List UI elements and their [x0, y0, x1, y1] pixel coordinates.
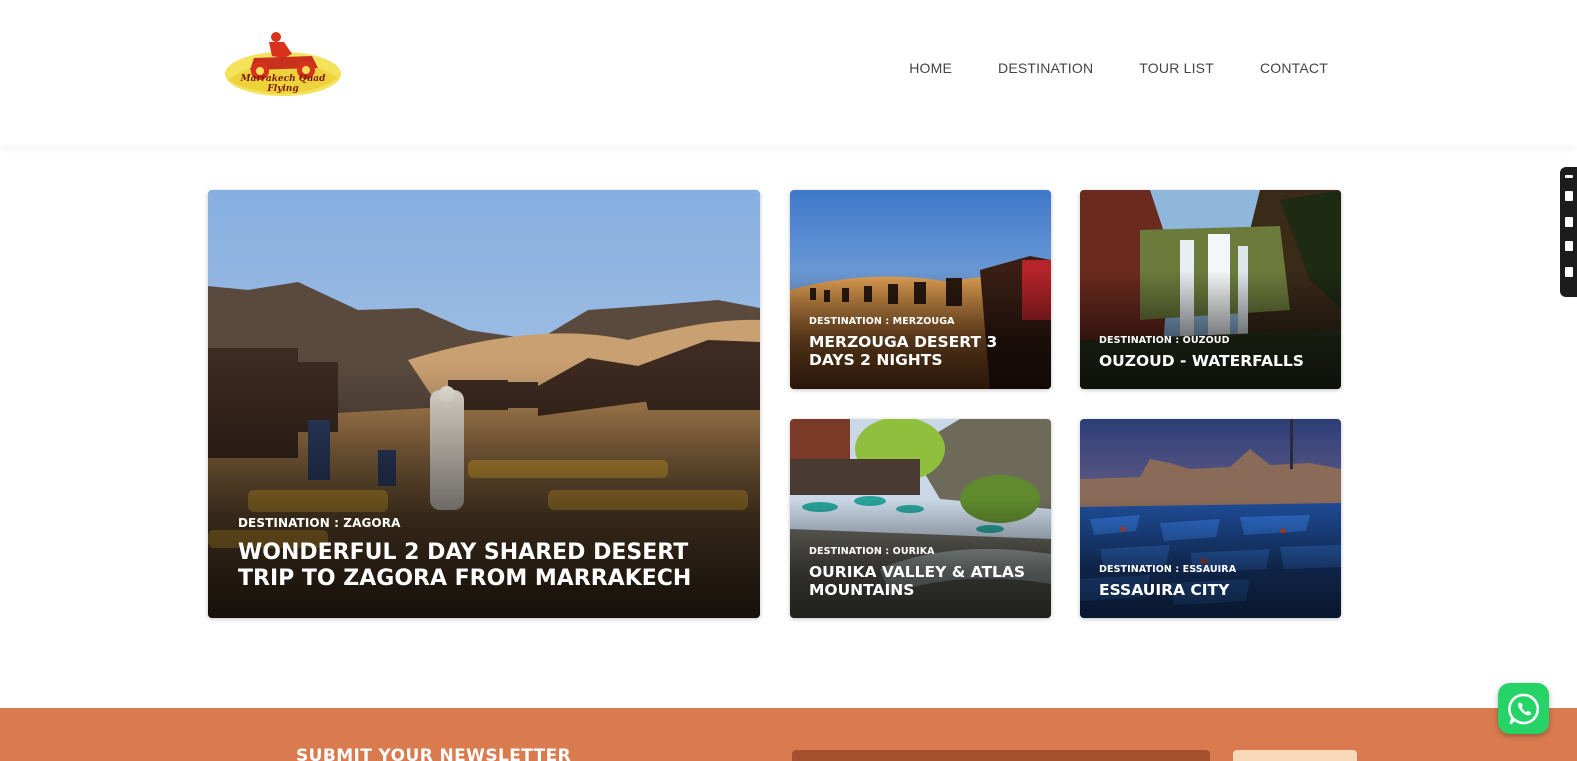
card-caption: DESTINATION : MERZOUGA MERZOUGA DESERT 3… [809, 316, 1037, 369]
newsletter-section: SUBMIT YOUR NEWSLETTER [0, 708, 1577, 761]
card-title[interactable]: WONDERFUL 2 DAY SHARED DESERT TRIP TO ZA… [238, 540, 740, 592]
newsletter-title: SUBMIT YOUR NEWSLETTER [296, 746, 572, 761]
newsletter-email-input[interactable] [792, 750, 1210, 761]
nav-contact[interactable]: CONTACT [1260, 60, 1328, 76]
card-destination: DESTINATION : OURIKA [809, 546, 935, 557]
card-title[interactable]: ESSAUIRA CITY [1099, 581, 1327, 599]
card-destination: DESTINATION : MERZOUGA [809, 316, 955, 327]
site-logo[interactable]: Marrakech Quad Flying [222, 28, 344, 104]
card-shade [1080, 269, 1341, 389]
card-caption: DESTINATION : OUZOUD OUZOUD - WATERFALLS [1099, 335, 1327, 370]
site-header: Marrakech Quad Flying HOME DESTINATION T… [0, 0, 1577, 146]
widget-icon-2[interactable] [1565, 217, 1573, 227]
card-caption: DESTINATION : ZAGORA WONDERFUL 2 DAY SHA… [238, 516, 740, 592]
tour-card-ourika[interactable]: DESTINATION : OURIKA OURIKA VALLEY & ATL… [790, 419, 1051, 618]
card-caption: DESTINATION : OURIKA OURIKA VALLEY & ATL… [809, 546, 1037, 599]
nav-destination[interactable]: DESTINATION [998, 60, 1093, 76]
card-destination: DESTINATION : ESSAUIRA [1099, 564, 1237, 575]
card-caption: DESTINATION : ESSAUIRA ESSAUIRA CITY [1099, 564, 1327, 599]
page: Marrakech Quad Flying HOME DESTINATION T… [0, 0, 1577, 761]
widget-dot [1565, 175, 1573, 178]
newsletter-submit-button[interactable] [1233, 750, 1357, 761]
widget-icon-1[interactable] [1565, 191, 1573, 201]
card-title[interactable]: OURIKA VALLEY & ATLAS MOUNTAINS [809, 563, 1037, 599]
whatsapp-button[interactable] [1498, 683, 1549, 734]
logo-text-line1: Marrakech Quad [240, 74, 326, 84]
card-title[interactable]: MERZOUGA DESERT 3 DAYS 2 NIGHTS [809, 333, 1037, 369]
tour-card-zagora[interactable]: DESTINATION : ZAGORA WONDERFUL 2 DAY SHA… [208, 190, 760, 618]
logo-text: Marrakech Quad Flying [222, 74, 344, 94]
tour-card-ouzoud[interactable]: DESTINATION : OUZOUD OUZOUD - WATERFALLS [1080, 190, 1341, 389]
card-destination: DESTINATION : OUZOUD [1099, 335, 1230, 346]
card-destination: DESTINATION : ZAGORA [238, 516, 401, 530]
logo-text-line2: Flying [267, 84, 299, 94]
whatsapp-icon [1507, 693, 1539, 724]
widget-icon-3[interactable] [1565, 241, 1573, 251]
main-nav: HOME DESTINATION TOUR LIST CONTACT [909, 60, 1328, 76]
tour-card-merzouga[interactable]: DESTINATION : MERZOUGA MERZOUGA DESERT 3… [790, 190, 1051, 389]
side-share-widget[interactable] [1560, 167, 1577, 297]
widget-icon-4[interactable] [1565, 267, 1573, 277]
nav-tour-list[interactable]: TOUR LIST [1139, 60, 1214, 76]
tour-card-essauira[interactable]: DESTINATION : ESSAUIRA ESSAUIRA CITY [1080, 419, 1341, 618]
nav-home[interactable]: HOME [909, 60, 952, 76]
card-shade [1080, 498, 1341, 618]
card-title[interactable]: OUZOUD - WATERFALLS [1099, 352, 1327, 370]
